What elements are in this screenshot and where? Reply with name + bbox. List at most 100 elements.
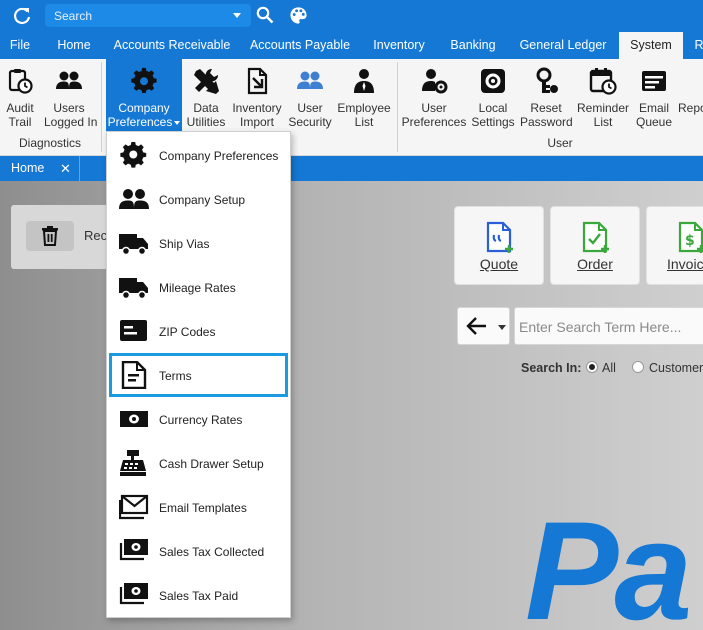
- quote-action-button[interactable]: Quote: [454, 206, 544, 285]
- local-settings-label: Local Settings: [468, 101, 518, 129]
- menu-item-label: Company Setup: [159, 193, 246, 207]
- close-icon[interactable]: ✕: [60, 161, 71, 177]
- user-preferences-button[interactable]: User Preferences: [401, 59, 467, 131]
- email-queue-button[interactable]: Email Queue: [634, 59, 674, 131]
- company-preferences-label-line1: Company: [118, 101, 170, 115]
- search-back-button[interactable]: [457, 307, 510, 345]
- cash-register-icon: [120, 450, 146, 476]
- company-preferences-button[interactable]: Company Preferences: [106, 59, 182, 131]
- email-queue-icon: [642, 71, 666, 91]
- email-queue-label-line1: Email: [638, 101, 669, 115]
- reset-password-label-line2: Password: [520, 115, 573, 129]
- search-in-all-radio[interactable]: [586, 361, 598, 373]
- search-term-input[interactable]: Enter Search Term Here...: [514, 307, 703, 345]
- menu-item-sales-tax-collected[interactable]: Sales Tax Collected: [107, 529, 290, 573]
- menu-tab-general-ledger[interactable]: General Ledger: [512, 32, 614, 59]
- quote-action-label: Quote: [479, 256, 519, 272]
- audit-trail-label-line2: Trail: [8, 115, 32, 129]
- reset-password-label-line1: Reset: [530, 101, 562, 115]
- menu-item-label: Currency Rates: [159, 413, 243, 427]
- menu-item-cash-drawer-setup[interactable]: Cash Drawer Setup: [107, 441, 290, 485]
- search-in-customer-radio[interactable]: [632, 361, 644, 373]
- menu-tab-overflow[interactable]: R: [692, 32, 703, 59]
- caret-down-icon: [174, 120, 181, 125]
- palette-icon[interactable]: [289, 6, 308, 25]
- users-logged-in-label-line2: Logged In: [44, 115, 98, 129]
- refresh-icon[interactable]: [12, 6, 32, 26]
- menu-item-label: Sales Tax Collected: [159, 545, 265, 559]
- global-search-input[interactable]: Search: [45, 4, 251, 27]
- menu-tab-accounts-payable[interactable]: Accounts Payable: [244, 32, 356, 59]
- reminder-list-button[interactable]: Reminder List: [574, 59, 632, 131]
- brand-logo: Pa: [525, 492, 692, 630]
- menu-item-label: Terms: [159, 369, 192, 383]
- menu-item-label: ZIP Codes: [159, 325, 216, 339]
- audit-trail-icon: [8, 69, 33, 94]
- chevron-down-icon[interactable]: [233, 13, 241, 18]
- tools-icon: [194, 68, 219, 94]
- menu-tab-accounts-receivable[interactable]: Accounts Receivable: [108, 32, 236, 59]
- menu-item-email-templates[interactable]: Email Templates: [107, 485, 290, 529]
- ribbon-separator: [101, 62, 102, 152]
- envelope-icon: [119, 494, 149, 520]
- menu-tab-banking[interactable]: Banking: [442, 32, 504, 59]
- menu-item-company-setup[interactable]: Company Setup: [107, 177, 290, 221]
- employee-list-button[interactable]: Employee List: [336, 59, 392, 131]
- menu-item-label: Email Templates: [159, 501, 247, 515]
- reports-label: Repo: [678, 101, 703, 115]
- quote-document-icon: [486, 221, 513, 253]
- menu-item-company-preferences[interactable]: Company Preferences: [107, 133, 290, 177]
- data-utilities-label-line1: Data: [193, 101, 219, 115]
- order-action-button[interactable]: Order: [550, 206, 640, 285]
- reminder-list-label-line2: List: [593, 115, 613, 129]
- menu-tab-home[interactable]: Home: [46, 32, 102, 59]
- menu-item-ship-vias[interactable]: Ship Vias: [107, 221, 290, 265]
- users-logged-in-button[interactable]: Users Logged In: [44, 59, 98, 131]
- menu-item-terms[interactable]: Terms: [109, 353, 288, 397]
- reports-button[interactable]: Repo: [676, 59, 703, 131]
- invoice-action-button[interactable]: $ Invoic: [646, 206, 703, 285]
- audit-trail-button[interactable]: Audit Trail: [0, 59, 40, 131]
- file-import-icon: [247, 67, 268, 95]
- menu-item-zip-codes[interactable]: ZIP Codes: [107, 309, 290, 353]
- local-settings-label-line2: Settings: [471, 115, 515, 129]
- menu-tab-file[interactable]: File: [0, 32, 40, 59]
- invoice-action-label: Invoic: [667, 256, 703, 272]
- menu-tab-system[interactable]: System: [619, 32, 683, 59]
- menu-item-mileage-rates[interactable]: Mileage Rates: [107, 265, 290, 309]
- tab-home[interactable]: Home ✕: [0, 156, 80, 181]
- menu-item-sales-tax-paid[interactable]: Sales Tax Paid: [107, 573, 290, 617]
- employee-list-label: Employee List: [336, 101, 392, 129]
- reset-password-button[interactable]: Reset Password: [520, 59, 573, 131]
- menu-tab-inventory[interactable]: Inventory: [364, 32, 434, 59]
- global-search-placeholder: Search: [54, 9, 93, 23]
- trash-icon: [42, 226, 58, 246]
- card-icon: [120, 320, 147, 341]
- search-in-customer-label: Customer: [649, 361, 703, 375]
- chevron-down-icon[interactable]: [498, 325, 506, 330]
- menu-item-currency-rates[interactable]: Currency Rates: [107, 397, 290, 441]
- key-icon: [536, 67, 558, 93]
- data-utilities-button[interactable]: Data Utilities: [184, 59, 228, 131]
- clear-recent-button[interactable]: [26, 221, 74, 251]
- inventory-import-button[interactable]: Inventory Import: [230, 59, 284, 131]
- reminder-list-label: Reminder List: [574, 101, 632, 129]
- user-preferences-label-line1: User: [421, 101, 447, 115]
- ribbon-separator: [397, 62, 398, 152]
- user-security-button[interactable]: User Security: [286, 59, 334, 131]
- audit-trail-label-line1: Audit: [6, 101, 34, 115]
- user-security-label-line2: Security: [288, 115, 332, 129]
- people-icon: [297, 71, 323, 89]
- search-in-all-label: All: [602, 361, 616, 375]
- inventory-import-label-line2: Import: [239, 115, 274, 129]
- local-settings-label-line1: Local: [478, 101, 508, 115]
- recent-card[interactable]: Rec: [11, 205, 121, 269]
- settings-box-icon: [481, 69, 505, 93]
- search-icon[interactable]: [256, 6, 274, 24]
- data-utilities-label-line2: Utilities: [186, 115, 226, 129]
- local-settings-button[interactable]: Local Settings: [468, 59, 518, 131]
- gear-icon: [131, 67, 157, 94]
- users-logged-in-label-line1: Users: [53, 101, 85, 115]
- reminder-list-label-line1: Reminder: [576, 101, 630, 115]
- tab-home-label: Home: [11, 161, 45, 175]
